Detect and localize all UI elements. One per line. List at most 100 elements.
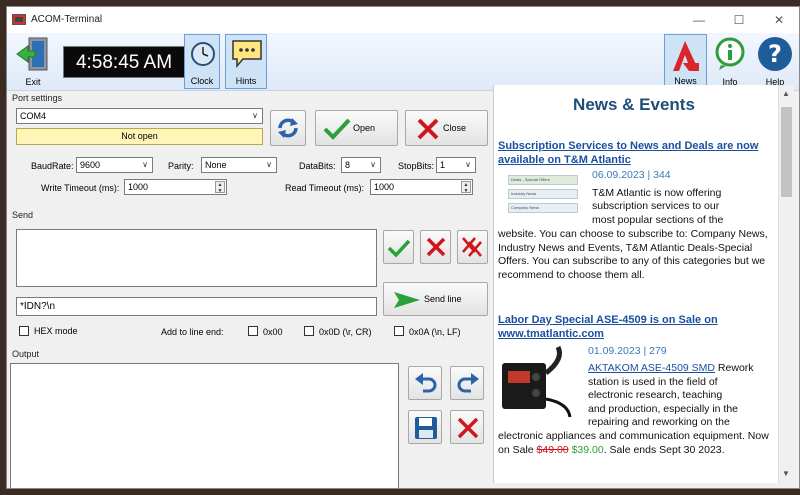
news-article-1-text-4: website. You can choose to subscribe to:… <box>498 228 768 281</box>
send-textarea[interactable] <box>16 229 377 287</box>
hex-mode-checkbox[interactable] <box>19 326 29 336</box>
news-article-2-meta: 01.09.2023 | 279 <box>588 345 667 357</box>
thumb-company: Company News <box>508 203 578 213</box>
close-port-button[interactable]: Close <box>405 110 488 146</box>
parity-select[interactable]: None ∨ <box>201 157 277 173</box>
spin-arrows-icon[interactable]: ▲ ▼ <box>215 181 225 194</box>
floppy-disk-icon <box>415 417 437 439</box>
hex-mode-label: HEX mode <box>34 326 78 336</box>
spin-arrows-icon[interactable]: ▲ ▼ <box>461 181 471 194</box>
parity-value: None <box>205 160 227 170</box>
databits-value: 8 <box>345 160 351 170</box>
scroll-up-icon[interactable]: ▲ <box>782 89 790 98</box>
checkmark-icon <box>387 239 411 258</box>
help-button[interactable]: ? Help <box>753 34 797 89</box>
red-x-icon <box>417 118 439 140</box>
news-article-2-end: . Sale ends Sept 30 2023. <box>603 443 725 456</box>
scroll-thumb[interactable] <box>781 107 792 197</box>
news-article-2-text-5: repairing and reworking on the <box>588 416 730 428</box>
news-logo-icon <box>673 41 699 71</box>
stopbits-select[interactable]: 1 ∨ <box>436 157 476 173</box>
write-timeout-label: Write Timeout (ms): <box>41 183 120 193</box>
port-value: COM4 <box>20 111 47 121</box>
connection-status: Not open <box>16 128 263 145</box>
send-arrow-icon <box>394 292 420 308</box>
exit-door-icon <box>16 37 48 71</box>
clock-icon <box>191 42 215 66</box>
hints-button[interactable]: Hints <box>225 34 267 89</box>
news-article-2-text-6: electronic appliances and communication … <box>498 430 773 457</box>
write-timeout-input[interactable]: 1000 ▲ ▼ <box>124 179 227 195</box>
chevron-down-icon: ∨ <box>465 160 471 169</box>
open-label: Open <box>353 123 376 133</box>
news-scrollbar[interactable]: ▲ ▼ <box>778 85 794 483</box>
title-bar: ACOM-Terminal — ☐ ✕ <box>7 7 799 33</box>
line-end-0x00-checkbox[interactable] <box>248 326 258 336</box>
news-button[interactable]: News <box>664 34 707 89</box>
clock-button[interactable]: Clock <box>184 34 220 89</box>
cancel-button[interactable] <box>420 230 451 264</box>
redo-button[interactable] <box>450 366 484 400</box>
red-x-icon <box>457 417 479 439</box>
old-price: $49.00 <box>536 443 569 456</box>
multi-x-icon <box>462 237 482 257</box>
send-group-label: Send <box>12 210 34 220</box>
news-article-1-meta: 06.09.2023 | 344 <box>592 169 671 181</box>
news-article-2-rework: Rework <box>715 362 754 374</box>
port-select[interactable]: COM4 ∨ <box>16 108 263 124</box>
info-icon <box>715 37 745 70</box>
read-timeout-input[interactable]: 1000 ▲ ▼ <box>370 179 473 195</box>
minimize-button[interactable]: — <box>679 10 719 30</box>
news-article-1-text-1: T&M Atlantic is now offering <box>592 187 722 199</box>
thumb-deals: Deals - Special Offers <box>508 175 578 185</box>
exit-label: Exit <box>25 77 41 87</box>
news-panel: News & Events Subscription Services to N… <box>493 85 778 483</box>
send-line-input[interactable]: *IDN?\n <box>16 297 377 316</box>
window-title: ACOM-Terminal <box>31 14 103 25</box>
read-timeout-label: Read Timeout (ms): <box>285 183 365 193</box>
chevron-down-icon: ∨ <box>370 160 376 169</box>
redo-arrow-icon <box>457 373 479 393</box>
open-port-button[interactable]: Open <box>315 110 398 146</box>
baudrate-select[interactable]: 9600 ∨ <box>76 157 153 173</box>
hints-label: Hints <box>235 76 257 86</box>
scroll-down-icon[interactable]: ▼ <box>782 469 790 478</box>
red-x-icon <box>426 237 446 257</box>
new-price: $39.00 <box>571 443 604 456</box>
databits-select[interactable]: 8 ∨ <box>341 157 381 173</box>
exit-button[interactable]: Exit <box>11 34 55 89</box>
port-settings-group-label: Port settings <box>12 93 63 103</box>
add-line-end-label: Add to line end: <box>161 327 224 337</box>
news-article-1-text-3: most popular sections of the <box>592 214 724 226</box>
apply-button[interactable] <box>383 230 414 264</box>
chevron-down-icon: ∨ <box>266 160 272 169</box>
chevron-down-icon: ∨ <box>252 111 258 120</box>
stopbits-label: StopBits: <box>398 161 435 171</box>
clear-all-button[interactable] <box>457 230 488 264</box>
news-article-1-title[interactable]: Subscription Services to News and Deals … <box>498 139 768 167</box>
output-textarea[interactable] <box>10 363 399 488</box>
rework-station-image <box>502 345 572 418</box>
refresh-button[interactable] <box>270 110 306 146</box>
clear-output-button[interactable] <box>450 410 484 444</box>
aktakom-link[interactable]: AKTAKOM ASE-4509 SMD <box>588 362 715 374</box>
refresh-icon <box>278 118 298 138</box>
news-article-2-text-2: station is used in the field of <box>588 376 718 388</box>
line-end-cr-checkbox[interactable] <box>304 326 314 336</box>
save-button[interactable] <box>408 410 442 444</box>
close-label: Close <box>443 123 467 133</box>
thumb-industry: Industry News <box>508 189 578 199</box>
line-end-cr-label: 0x0D (\r, CR) <box>319 327 372 337</box>
news-article-1-text-2: subscription services to our <box>592 200 720 212</box>
info-button[interactable]: Info <box>710 34 750 89</box>
speech-bubble-icon <box>232 40 262 68</box>
maximize-button[interactable]: ☐ <box>719 10 759 30</box>
undo-button[interactable] <box>408 366 442 400</box>
close-window-button[interactable]: ✕ <box>759 10 799 30</box>
line-end-lf-checkbox[interactable] <box>394 326 404 336</box>
stopbits-value: 1 <box>440 160 446 170</box>
baudrate-value: 9600 <box>80 160 101 170</box>
svg-text:?: ? <box>768 40 782 68</box>
send-line-button[interactable]: Send line <box>383 282 488 316</box>
news-article-2-title[interactable]: Labor Day Special ASE-4509 is on Sale on… <box>498 313 768 341</box>
